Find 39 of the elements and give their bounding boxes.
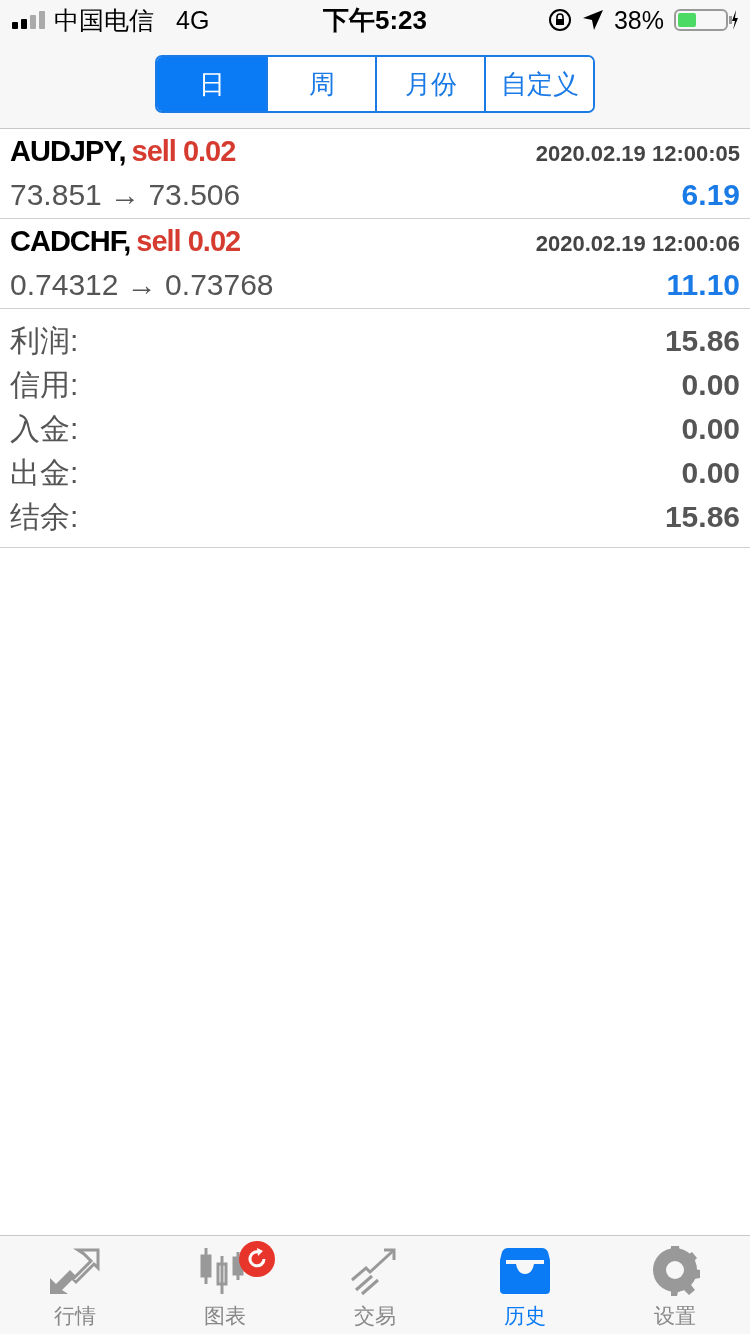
network-type: 4G: [176, 5, 210, 35]
tab-bar-item[interactable]: 历史: [450, 1236, 600, 1334]
deal-time: 2020.02.19 12:00:05: [535, 141, 740, 167]
carrier-name: 中国电信: [54, 4, 154, 36]
summary-value: 15.86: [664, 500, 740, 534]
summary-label: 结余:: [10, 498, 79, 535]
symbol: CADCHF,: [10, 225, 131, 257]
tab-bar-item[interactable]: 图表: [150, 1236, 300, 1334]
arrows-icon: [48, 1246, 102, 1296]
profit: 11.10: [666, 268, 740, 302]
price-range: 0.74312 → 0.73768: [10, 268, 274, 302]
battery-percent: 38%: [613, 5, 664, 35]
summary-value: 15.86: [664, 324, 740, 358]
summary-label: 出金:: [10, 454, 79, 491]
summary-value: 0.00: [681, 368, 740, 402]
inbox-icon: [498, 1246, 552, 1296]
clock: 下午5:23: [323, 3, 428, 37]
symbol: AUDJPY,: [10, 135, 126, 167]
summary-label: 入金:: [10, 410, 79, 447]
tab-bar-item[interactable]: 设置: [600, 1236, 750, 1334]
tab-bar-item[interactable]: 行情: [0, 1236, 150, 1334]
period-tab[interactable]: 周: [266, 57, 375, 111]
summary-label: 利润:: [10, 322, 79, 359]
battery-icon: [674, 8, 738, 32]
summary-value: 0.00: [681, 412, 740, 446]
summary-label: 信用:: [10, 366, 79, 403]
location-icon: [581, 9, 604, 31]
profit: 6.19: [681, 178, 740, 212]
order-type: sell 0.02: [131, 135, 236, 167]
deal-time: 2020.02.19 12:00:06: [535, 231, 740, 257]
period-tab[interactable]: 日: [157, 57, 266, 111]
price-range: 73.851 → 73.506: [10, 178, 241, 212]
rotation-lock-icon: [547, 8, 572, 32]
tab-bar-item[interactable]: 交易: [300, 1236, 450, 1334]
period-tab[interactable]: 月份: [375, 57, 484, 111]
order-type: sell 0.02: [136, 225, 241, 257]
summary-value: 0.00: [681, 456, 740, 490]
signal-icon: [12, 10, 46, 30]
period-tab[interactable]: 自定义: [484, 57, 593, 111]
